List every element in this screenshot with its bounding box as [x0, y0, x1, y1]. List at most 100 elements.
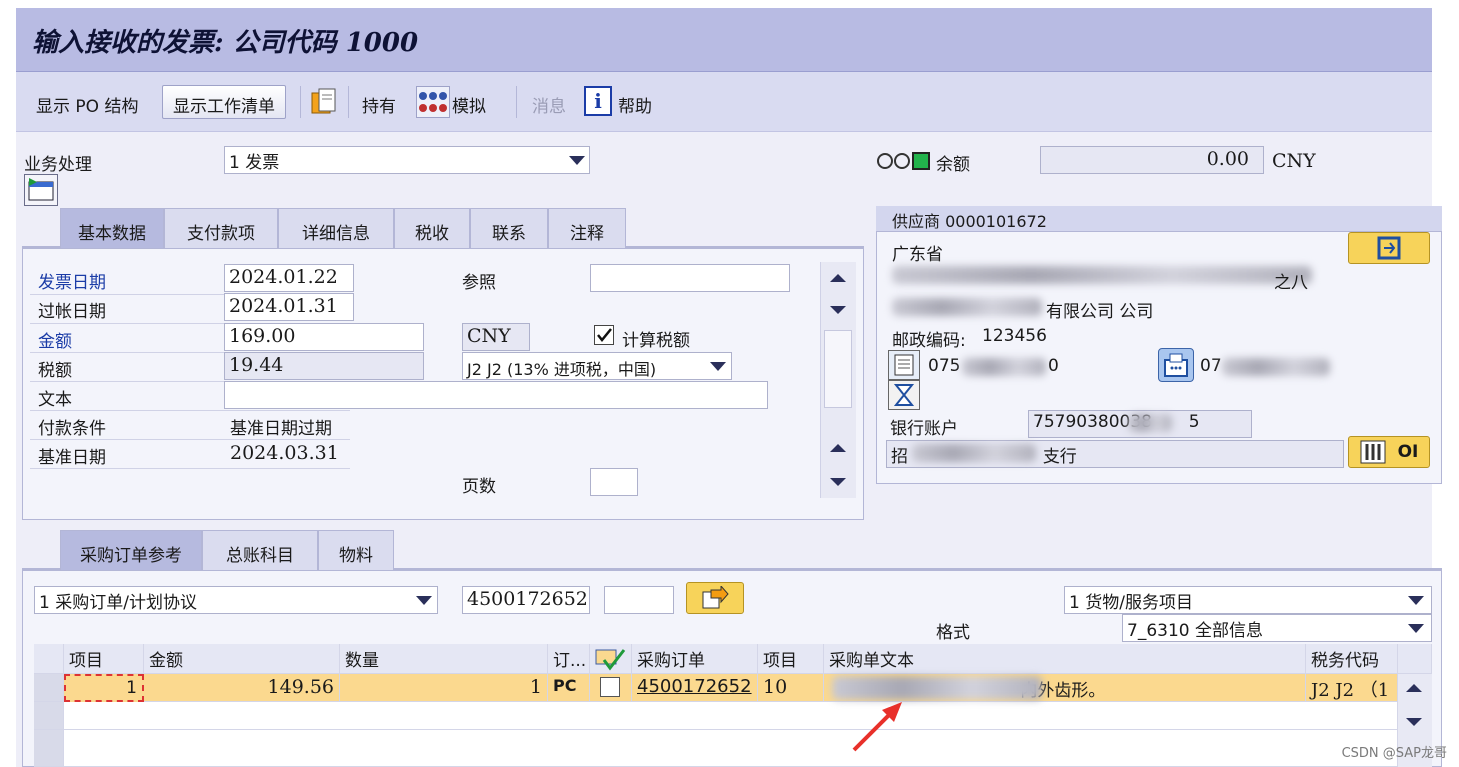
baseline-date-label: 基准日期: [38, 448, 106, 468]
chevron-down-icon[interactable]: [416, 596, 432, 605]
column-header[interactable]: [590, 644, 632, 674]
column-header[interactable]: 采购订单: [632, 644, 758, 674]
redacted-po-text: [832, 676, 1042, 700]
scroll-up-icon[interactable]: [1406, 684, 1422, 692]
text-field[interactable]: [224, 381, 768, 409]
row-selector[interactable]: [34, 730, 64, 767]
row-selector[interactable]: [34, 702, 64, 730]
table-cell-qty[interactable]: 1: [340, 674, 548, 702]
redacted-phone: [962, 358, 1046, 376]
payment-terms-value: 基准日期过期: [230, 419, 332, 439]
toolbar-separator: [516, 86, 517, 118]
table-icon: [1360, 440, 1386, 464]
reference-field[interactable]: [590, 264, 790, 292]
application-toolbar: 显示 PO 结构 显示工作清单 持有 模拟 消息 i 帮助: [16, 72, 1432, 132]
po-item-field[interactable]: [604, 586, 674, 614]
fax-prefix: 07: [1200, 356, 1222, 376]
table-cell-amount[interactable]: 149.56: [144, 674, 340, 702]
balance-label: 余额: [936, 155, 970, 175]
tab-basic-data[interactable]: 基本数据: [60, 208, 164, 248]
row-selector-header[interactable]: [34, 644, 64, 674]
help-button[interactable]: 帮助: [618, 92, 652, 117]
vendor-change-icon[interactable]: [1348, 232, 1430, 264]
fax-icon[interactable]: [1158, 348, 1194, 382]
layout-toggle-icon[interactable]: [24, 174, 58, 206]
tax-code-value: J2 J2 (13% 进项税，中国): [467, 360, 657, 379]
table-cell-unit[interactable]: PC: [548, 674, 590, 702]
bank-account-label: 银行账户: [890, 419, 958, 439]
item-type-dropdown[interactable]: 1 货物/服务项目: [1064, 586, 1432, 614]
invoice-date-field[interactable]: 2024.01.22: [224, 264, 354, 292]
table-row-empty[interactable]: [64, 702, 1398, 730]
pages-field[interactable]: [590, 468, 638, 496]
table-cell-po-link[interactable]: 4500172652: [632, 674, 758, 702]
messages-button[interactable]: 消息: [532, 92, 566, 117]
currency-field[interactable]: CNY: [462, 323, 530, 351]
row-divider: [30, 468, 350, 469]
column-header[interactable]: 订...: [548, 644, 590, 674]
redacted-address: [892, 266, 1312, 284]
scroll-up-icon[interactable]: [830, 274, 846, 282]
format-label: 格式: [936, 623, 970, 643]
table-cell-po-item[interactable]: 10: [758, 674, 824, 702]
column-header[interactable]: 采购单文本: [824, 644, 1306, 674]
po-number-field[interactable]: 4500172652: [462, 586, 590, 614]
text-label: 文本: [38, 390, 72, 410]
simulate-button[interactable]: 模拟: [452, 92, 486, 117]
chevron-down-icon[interactable]: [1408, 624, 1424, 633]
chevron-down-icon[interactable]: [710, 362, 726, 371]
row-checkbox[interactable]: [600, 677, 620, 697]
hold-button[interactable]: 持有: [362, 92, 396, 117]
vendor-company-suffix: 有限公司 公司: [1046, 302, 1154, 322]
tab-notes[interactable]: 注释: [548, 208, 626, 248]
tab-payment[interactable]: 支付款项: [164, 208, 278, 248]
format-dropdown[interactable]: 7_6310 全部信息: [1122, 614, 1432, 642]
tab-material[interactable]: 物料: [318, 530, 394, 570]
vendor-province: 广东省: [892, 245, 943, 265]
scroll-down-icon[interactable]: [1406, 718, 1422, 726]
scroll-down-icon[interactable]: [830, 306, 846, 314]
column-header[interactable]: 数量: [340, 644, 548, 674]
scroll-up-icon[interactable]: [830, 444, 846, 452]
column-header[interactable]: 税务代码: [1306, 644, 1398, 674]
show-po-structure-button[interactable]: 显示 PO 结构: [36, 92, 138, 117]
clipboard-icon[interactable]: [308, 86, 340, 118]
calc-tax-checkbox[interactable]: [594, 325, 614, 345]
column-header[interactable]: 金额: [144, 644, 340, 674]
scroll-down-icon[interactable]: [830, 478, 846, 486]
chevron-down-icon[interactable]: [1408, 596, 1424, 605]
transaction-dropdown[interactable]: 1 发票: [224, 146, 590, 174]
table-row-empty[interactable]: [64, 730, 1398, 767]
hourglass-icon[interactable]: [888, 380, 920, 410]
chevron-down-icon[interactable]: [569, 156, 585, 165]
oi-label: OI: [1397, 442, 1419, 462]
info-icon[interactable]: i: [584, 86, 612, 116]
doc-type-dropdown[interactable]: 1 采购订单/计划协议: [34, 586, 438, 614]
tax-code-dropdown[interactable]: J2 J2 (13% 进项税，中国): [462, 352, 732, 380]
tab-gl-account[interactable]: 总账科目: [202, 530, 318, 570]
column-header[interactable]: 项目: [64, 644, 144, 674]
table-cell-check[interactable]: [590, 674, 632, 702]
tab-tax[interactable]: 税收: [394, 208, 470, 248]
bank-suffix: 支行: [1042, 447, 1077, 467]
toolbar-separator: [300, 86, 301, 118]
row-selector[interactable]: [34, 674, 64, 702]
tab-po-reference[interactable]: 采购订单参考: [60, 530, 202, 570]
column-settings[interactable]: [1398, 644, 1432, 674]
amount-field[interactable]: 169.00: [224, 323, 424, 351]
invoice-date-label: 发票日期: [38, 273, 106, 293]
tab-details[interactable]: 详细信息: [278, 208, 394, 248]
tab-contact[interactable]: 联系: [470, 208, 548, 248]
posting-date-field[interactable]: 2024.01.31: [224, 293, 354, 321]
open-items-button[interactable]: OI: [1348, 436, 1430, 468]
table-cell-item[interactable]: 1: [64, 674, 144, 702]
transfer-arrow-icon[interactable]: [686, 582, 744, 614]
table-cell-tax[interactable]: J2 J2 （1: [1306, 674, 1398, 702]
tax-amount-field[interactable]: 19.44: [224, 352, 424, 380]
phone-icon[interactable]: [888, 350, 920, 380]
balance-currency: CNY: [1272, 150, 1316, 172]
show-worklist-button[interactable]: 显示工作清单: [162, 85, 286, 119]
simulate-icon[interactable]: [416, 86, 450, 118]
scroll-thumb[interactable]: [824, 330, 852, 408]
column-header[interactable]: 项目: [758, 644, 824, 674]
